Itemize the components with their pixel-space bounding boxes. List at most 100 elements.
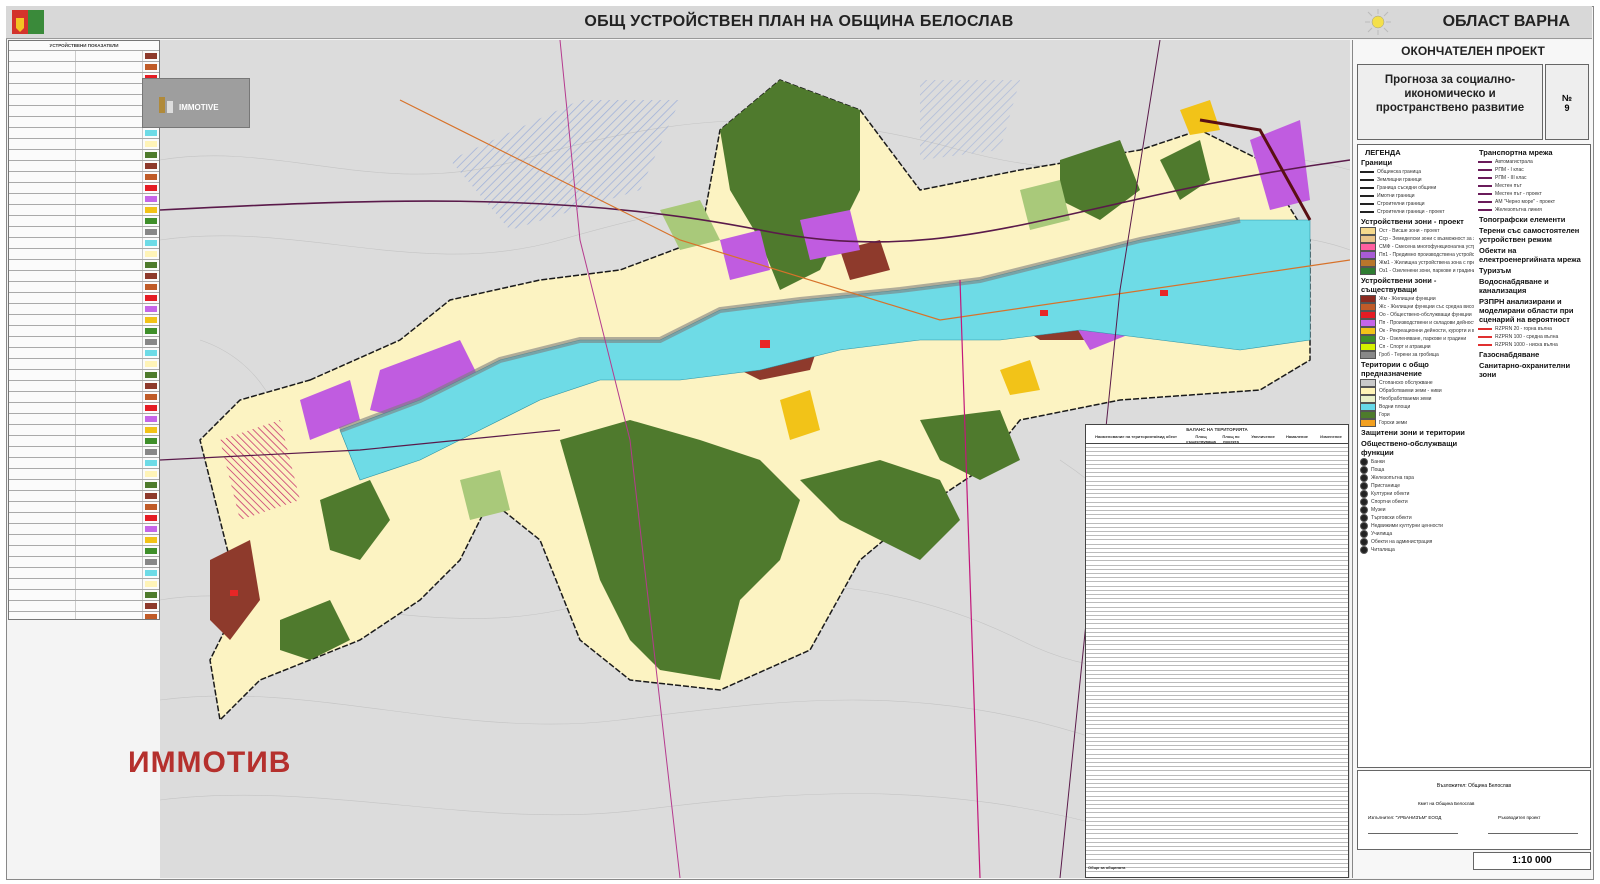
project-status: ОКОНЧАТЕЛЕН ПРОЕКТ	[1401, 44, 1545, 58]
indicator-cell	[9, 139, 76, 149]
indicator-cell	[9, 249, 76, 259]
indicator-row	[9, 61, 159, 72]
indicator-cell	[9, 480, 76, 490]
indicator-cell	[76, 370, 143, 380]
legend-swatch	[1360, 335, 1376, 343]
sheet-number-label: №	[1561, 93, 1573, 103]
balance-row	[1086, 732, 1348, 734]
indicator-cell	[9, 84, 76, 94]
legend-swatch	[1360, 411, 1376, 419]
legend-item-label: Оз1 - Озеленени зони, паркове и градини …	[1379, 268, 1474, 274]
indicator-row	[9, 435, 159, 446]
indicators-table-title: УСТРОЙСТВЕНИ ПОКАЗАТЕЛИ	[49, 43, 119, 48]
legend-item: Жм1 - Жилищна устройствена зона с преобл…	[1358, 259, 1474, 267]
legend-section-title: Санитарно-охранителни зони	[1479, 361, 1571, 379]
indicator-swatch	[145, 240, 157, 246]
indicator-cell	[76, 205, 143, 215]
balance-row	[1086, 615, 1348, 616]
indicator-cell	[76, 304, 143, 314]
indicator-row	[9, 270, 159, 281]
balance-row	[1086, 493, 1348, 495]
legend-item: Недвижими културни ценности	[1358, 522, 1474, 530]
legend-item: Банки	[1358, 458, 1474, 466]
indicator-row	[9, 369, 159, 380]
indicator-row	[9, 314, 159, 325]
balance-row	[1086, 606, 1348, 608]
indicator-cell	[9, 183, 76, 193]
col-change: Изменение	[1320, 434, 1342, 439]
legend-column-left: Граници Общинска граница Землищни граници Г…	[1358, 157, 1474, 554]
balance-row	[1086, 808, 1348, 810]
legend-item-label: RZPRN 20 - горна вълна	[1495, 326, 1552, 332]
indicator-cell	[76, 249, 143, 259]
indicator-row	[9, 226, 159, 237]
indicator-swatch	[145, 174, 157, 180]
indicator-cell	[76, 392, 143, 402]
balance-row	[1086, 774, 1348, 776]
balance-row	[1086, 657, 1348, 658]
title-block: ОКОНЧАТЕЛЕН ПРОЕКТ Прогноза за социално-…	[1352, 40, 1593, 878]
legend-item: Търговски обекти	[1358, 514, 1474, 522]
legend-section-title: Устройствени зони - съществуващи	[1361, 276, 1437, 294]
balance-row	[1086, 581, 1348, 583]
balance-table-title: БАЛАНС НА ТЕРИТОРИЯТА	[1186, 427, 1248, 432]
immotive-logo: IMMOTIVE	[142, 78, 250, 128]
balance-row	[1086, 631, 1348, 633]
legend-column-right: Транспортна мрежа Автомагистрала РПМ - I к…	[1476, 147, 1590, 380]
balance-row	[1086, 682, 1348, 684]
indicator-cell	[9, 260, 76, 270]
legend-swatch	[1360, 311, 1376, 319]
legend-item-label: Пп1 - Предимно производствена устройстве…	[1379, 252, 1474, 258]
balance-row	[1086, 791, 1348, 793]
legend-item: Водни площи	[1358, 403, 1474, 411]
mayor-line: Кмет на Община Белослав	[1418, 801, 1475, 806]
indicator-swatch	[145, 339, 157, 345]
indicator-swatch	[145, 295, 157, 301]
indicator-cell	[76, 590, 143, 600]
urban-indicators-table: УСТРОЙСТВЕНИ ПОКАЗАТЕЛИ	[8, 40, 160, 620]
immotive-logo-icon	[159, 97, 173, 113]
legend-item: Гори	[1358, 411, 1474, 419]
legend-line-symbol	[1360, 187, 1374, 189]
approval-signature-block: Възложител: Община Белослав Кмет на Общи…	[1357, 770, 1591, 850]
balance-row	[1086, 510, 1348, 511]
indicator-row	[9, 446, 159, 457]
legend-item: Местен път	[1476, 182, 1590, 190]
balance-row	[1086, 841, 1348, 843]
indicator-cell	[76, 557, 143, 567]
indicator-cell	[76, 260, 143, 270]
indicator-swatch	[145, 438, 157, 444]
legend-line-symbol	[1478, 193, 1492, 195]
indicator-row	[9, 413, 159, 424]
balance-row	[1086, 598, 1348, 600]
indicator-cell	[9, 315, 76, 325]
indicator-cell	[9, 513, 76, 523]
indicator-row	[9, 281, 159, 292]
indicator-cell	[9, 216, 76, 226]
balance-row	[1086, 766, 1348, 768]
legend-icon-symbol	[1360, 514, 1368, 522]
legend-item: Стопанско обслужване	[1358, 379, 1474, 387]
legend-item: АМ "Черно море" - проект	[1476, 198, 1590, 206]
balance-row	[1086, 568, 1348, 570]
legend-swatch	[1360, 295, 1376, 303]
indicator-cell	[9, 612, 76, 619]
balance-row	[1086, 724, 1348, 726]
indicator-row	[9, 545, 159, 556]
legend-item-label: Гори	[1379, 412, 1390, 418]
legend-icon-symbol	[1360, 498, 1368, 506]
legend-item: Пп - Производствени и складови дейности	[1358, 319, 1474, 327]
indicator-cell	[9, 502, 76, 512]
indicator-cell	[9, 194, 76, 204]
balance-row	[1086, 846, 1348, 847]
balance-row	[1086, 522, 1348, 524]
legend-swatch	[1360, 303, 1376, 311]
legend-section-title: Водоснабдяване и канализация	[1479, 277, 1549, 295]
indicator-cell	[9, 392, 76, 402]
balance-row	[1086, 514, 1348, 516]
legend-item: Жм - Жилищни функции	[1358, 295, 1474, 303]
plan-title: ОБЩ УСТРОЙСТВЕН ПЛАН НА ОБЩИНА БЕЛОСЛАВ	[584, 13, 1014, 30]
title-bar: ОБЩ УСТРОЙСТВЕН ПЛАН НА ОБЩИНА БЕЛОСЛАВ …	[6, 6, 1592, 39]
balance-row	[1086, 757, 1348, 759]
balance-row	[1086, 820, 1348, 822]
